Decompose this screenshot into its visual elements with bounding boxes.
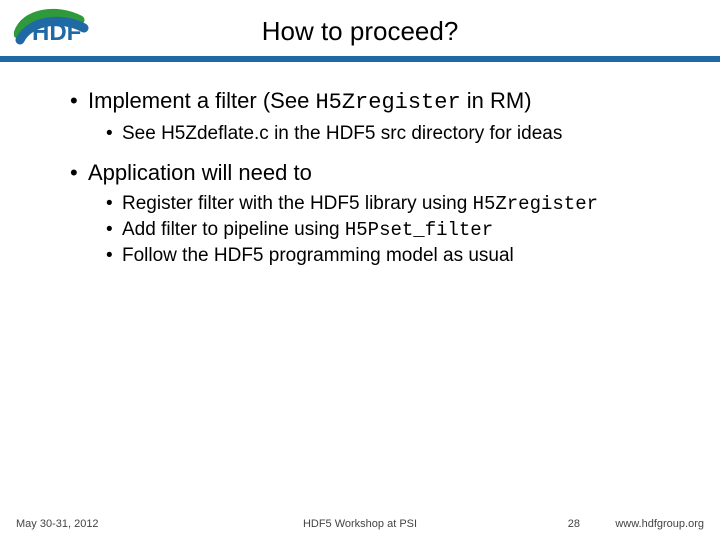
code-fragment: H5Zregister	[315, 90, 460, 115]
code-fragment: H5Zregister	[473, 193, 598, 215]
bullet-text: Application will need to	[88, 160, 312, 186]
bullet-icon: •	[106, 192, 122, 216]
footer-title: HDF5 Workshop at PSI	[0, 518, 720, 530]
bullet-text: Implement a filter (See H5Zregister in R…	[88, 88, 532, 116]
bullet-level1: • Implement a filter (See H5Zregister in…	[70, 88, 670, 116]
header: HDF How to proceed?	[0, 0, 720, 56]
bullet-level1: • Application will need to	[70, 160, 670, 186]
sub-bullet-group: • See H5Zdeflate.c in the HDF5 src direc…	[106, 122, 670, 146]
title-underline	[0, 56, 720, 62]
bullet-level2: • Follow the HDF5 programming model as u…	[106, 244, 670, 268]
text-fragment: in RM)	[461, 88, 532, 113]
slide: HDF How to proceed? • Implement a filter…	[0, 0, 720, 540]
bullet-icon: •	[106, 244, 122, 268]
footer-url: www.hdfgroup.org	[615, 518, 704, 530]
code-fragment: H5Pset_filter	[345, 219, 493, 241]
bullet-level2: • See H5Zdeflate.c in the HDF5 src direc…	[106, 122, 670, 146]
bullet-icon: •	[106, 122, 122, 146]
content: • Implement a filter (See H5Zregister in…	[70, 88, 670, 282]
bullet-text: Register filter with the HDF5 library us…	[122, 192, 598, 216]
slide-title: How to proceed?	[0, 16, 720, 47]
bullet-text: Add filter to pipeline using H5Pset_filt…	[122, 218, 493, 242]
sub-bullet-group: • Register filter with the HDF5 library …	[106, 192, 670, 268]
bullet-text: See H5Zdeflate.c in the HDF5 src directo…	[122, 122, 562, 146]
text-fragment: Add filter to pipeline using	[122, 219, 345, 240]
text-fragment: Register filter with the HDF5 library us…	[122, 193, 473, 214]
footer-page-number: 28	[568, 518, 580, 530]
text-fragment: Implement a filter (See	[88, 88, 315, 113]
bullet-level2: • Register filter with the HDF5 library …	[106, 192, 670, 216]
bullet-level2: • Add filter to pipeline using H5Pset_fi…	[106, 218, 670, 242]
bullet-icon: •	[70, 88, 88, 116]
bullet-text: Follow the HDF5 programming model as usu…	[122, 244, 514, 268]
bullet-icon: •	[70, 160, 88, 186]
bullet-icon: •	[106, 218, 122, 242]
